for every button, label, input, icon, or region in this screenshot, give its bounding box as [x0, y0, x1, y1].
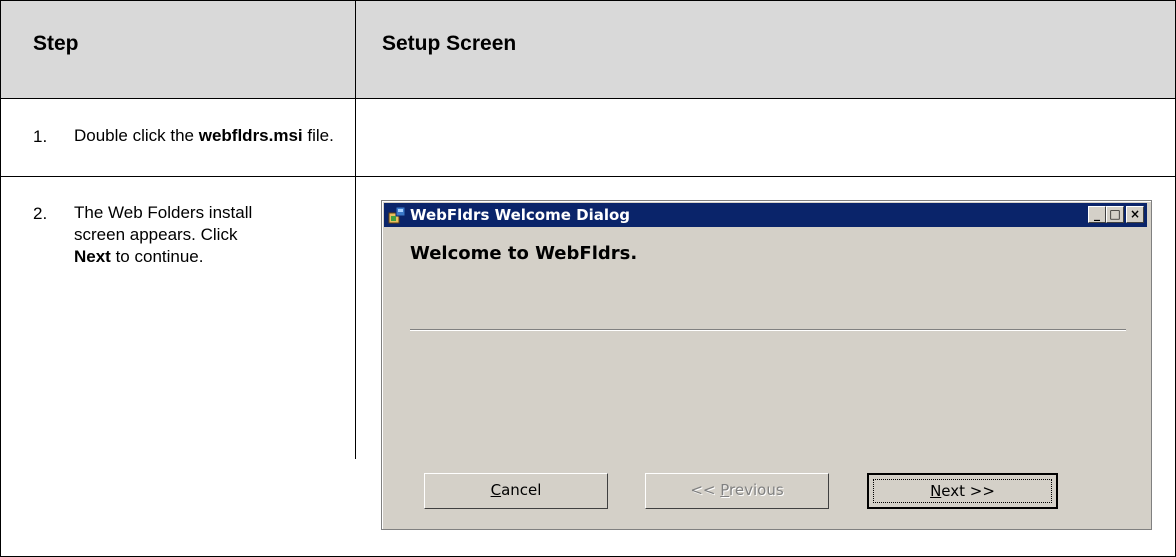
previous-button: << Previous — [645, 473, 829, 509]
step-text: The Web Folders install screen appears. … — [74, 202, 344, 268]
table-row: 1. Double click the webfldrs.msi file. — [1, 99, 1175, 177]
welcome-heading: Welcome to WebFldrs. — [410, 243, 638, 264]
cancel-button[interactable]: Cancel — [424, 473, 608, 509]
table-header: Step Setup Screen — [1, 1, 1175, 99]
previous-mnemonic: P — [720, 481, 730, 499]
dialog-title: WebFldrs Welcome Dialog — [410, 206, 631, 224]
cancel-label: ancel — [501, 481, 542, 499]
step-text-line: The Web Folders install — [74, 203, 253, 222]
close-button[interactable]: × — [1126, 206, 1144, 223]
separator-line — [410, 329, 1126, 331]
step-text-line: screen appears. Click — [74, 225, 238, 244]
step-text-part: to continue. — [110, 247, 204, 266]
previous-label: revious — [729, 481, 784, 499]
webfldrs-welcome-dialog: WebFldrs Welcome Dialog _ □ × Welcome to… — [381, 200, 1152, 530]
focus-rectangle — [873, 479, 1052, 503]
dialog-titlebar[interactable]: WebFldrs Welcome Dialog _ □ × — [384, 203, 1147, 227]
cancel-mnemonic: C — [490, 481, 502, 499]
filename: webfldrs.msi — [198, 126, 303, 145]
step-text-part: file. — [302, 126, 334, 145]
step-number: 2. — [33, 204, 48, 223]
step-text-part: Double click the — [74, 126, 199, 145]
next-button[interactable]: Next >> — [867, 473, 1058, 509]
header-setup-screen: Setup Screen — [382, 32, 517, 55]
header-step: Step — [33, 32, 79, 55]
step-number: 1. — [33, 127, 48, 146]
previous-prefix: << — [690, 481, 721, 499]
installer-icon — [388, 206, 406, 224]
step-text-line: Next to continue. — [74, 246, 344, 268]
maximize-button[interactable]: □ — [1106, 206, 1124, 223]
minimize-button[interactable]: _ — [1088, 206, 1106, 223]
next-keyword: Next — [74, 247, 111, 266]
step-text: Double click the webfldrs.msi file. — [74, 125, 334, 147]
column-divider — [355, 79, 356, 459]
